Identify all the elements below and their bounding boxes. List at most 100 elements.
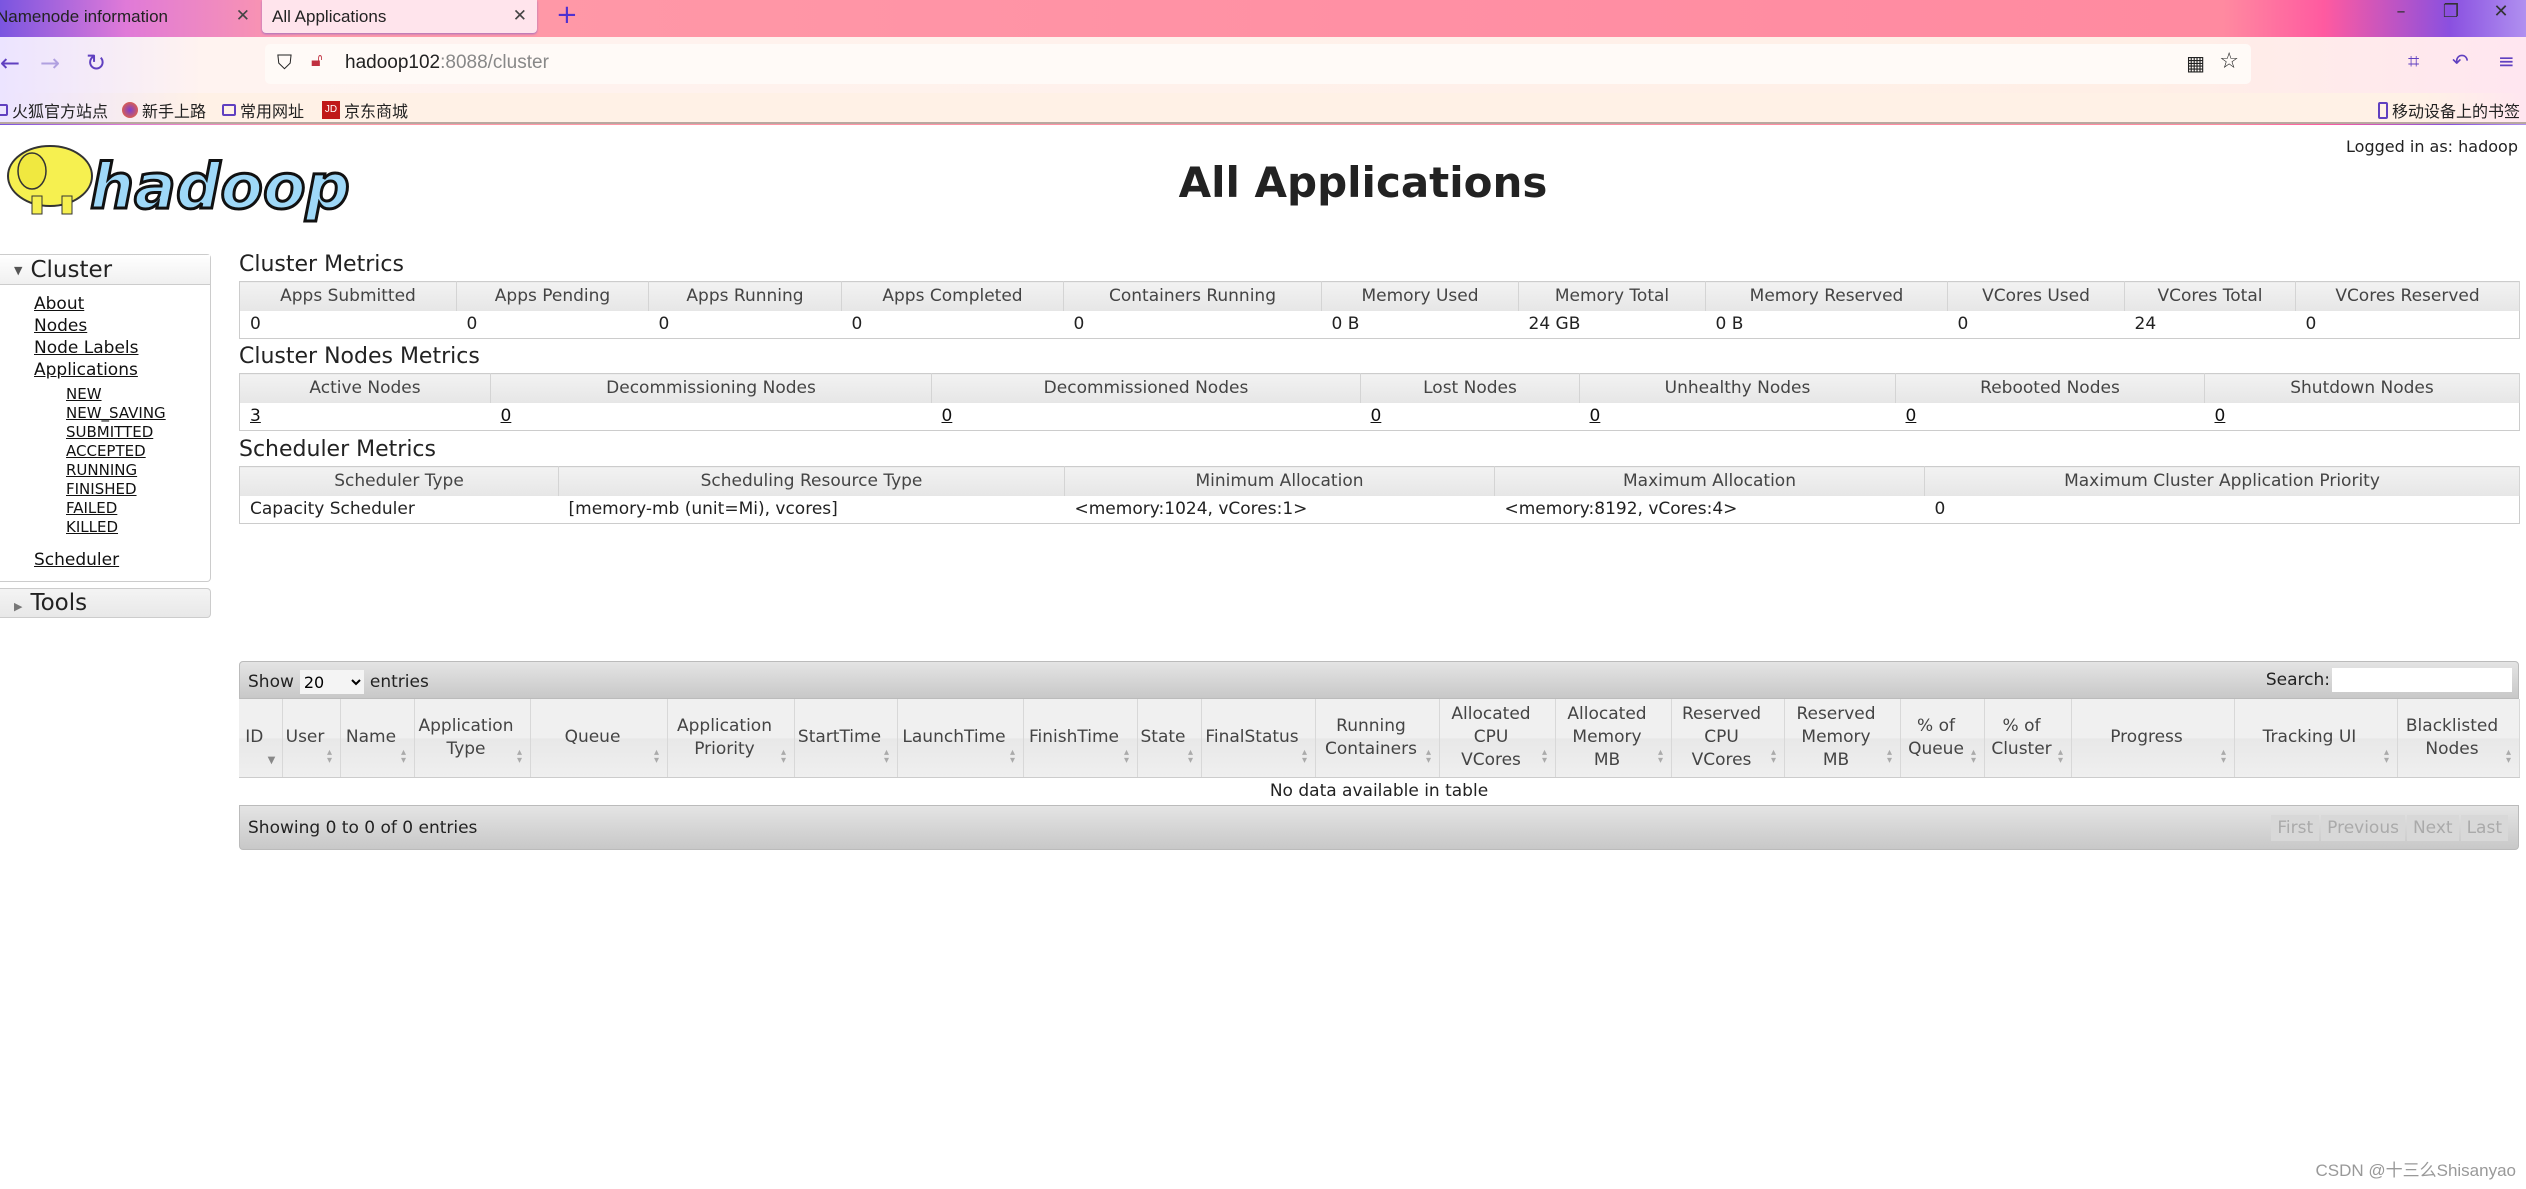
pager-last-button[interactable]: Last <box>2460 815 2508 841</box>
back-arrow-icon[interactable]: ← <box>0 49 20 77</box>
column-header-allocated-cpu-vcores[interactable]: Allocated CPU VCores ▴ ▾ <box>1439 699 1556 778</box>
bookmark-item[interactable]: 火狐官方站点 <box>0 98 108 122</box>
metric-cell: 0 <box>1924 495 2520 524</box>
column-header-id[interactable]: ID ▼ <box>239 699 283 778</box>
data-row: 000000 B 24 GB 0 B 0 24 0 <box>239 310 2520 339</box>
mobile-bookmarks[interactable]: 移动设备上的书签 <box>2377 98 2520 122</box>
sort-icon: ▴ ▾ <box>400 746 407 766</box>
metric-link[interactable]: 0 <box>2215 406 2226 426</box>
metric-link[interactable]: 3 <box>250 406 261 426</box>
minimize-icon[interactable]: – <box>2376 0 2426 30</box>
reload-icon[interactable]: ↻ <box>86 49 106 77</box>
forward-arrow-icon[interactable]: → <box>40 49 60 77</box>
sidebar-link-state-finished[interactable]: FINISHED <box>34 480 210 499</box>
column-header: Unhealthy Nodes <box>1579 373 1896 403</box>
column-header-reserved-cpu-vcores[interactable]: Reserved CPU VCores ▴ ▾ <box>1671 699 1785 778</box>
pager-next-button[interactable]: Next <box>2406 815 2459 841</box>
sidebar-link-state-running[interactable]: RUNNING <box>34 461 210 480</box>
qr-code-icon[interactable]: ▦ <box>2186 51 2205 75</box>
bookmark-label: 移动设备上的书签 <box>2391 104 2520 121</box>
column-header-application-priority[interactable]: Application Priority ▴ ▾ <box>667 699 795 778</box>
sort-icon: ▴ ▾ <box>2505 746 2512 766</box>
column-header--of-cluster[interactable]: % of Cluster ▴ ▾ <box>1984 699 2072 778</box>
close-tab-icon[interactable]: ✕ <box>236 4 250 28</box>
sidebar-link-applications[interactable]: Applications <box>34 359 210 381</box>
metric-link[interactable]: 0 <box>1906 406 1917 426</box>
column-header-state[interactable]: State ▴ ▾ <box>1137 699 1202 778</box>
sort-icon: ▴ ▾ <box>1187 746 1194 766</box>
sidebar-link-state-killed[interactable]: KILLED <box>34 518 210 537</box>
bookmark-item[interactable]: 常用网址 <box>222 98 304 122</box>
sidebar-link-scheduler[interactable]: Scheduler <box>34 549 210 571</box>
new-tab-plus-icon[interactable]: + <box>556 0 578 30</box>
column-header: Decommissioned Nodes <box>931 373 1361 403</box>
metric-cell: <memory:1024, vCores:1> <box>1064 495 1495 524</box>
metric-link[interactable]: 0 <box>942 406 953 426</box>
data-row: Capacity Scheduler [memory-mb (unit=Mi), … <box>239 495 2520 524</box>
bookmark-label: 新手上路 <box>142 104 207 121</box>
metric-link[interactable]: 0 <box>501 406 512 426</box>
column-header: VCores Total <box>2124 281 2296 311</box>
tab-namenode-information[interactable]: Namenode information ✕ <box>0 0 260 33</box>
bookmark-item[interactable]: 新手上路 <box>122 98 206 122</box>
sidebar-link-nodes[interactable]: Nodes <box>34 315 210 337</box>
bookmark-star-icon[interactable]: ☆ <box>2219 49 2239 74</box>
bookmark-item[interactable]: JD 京东商城 <box>322 98 408 122</box>
column-label: State <box>1140 727 1186 748</box>
restore-icon[interactable]: ❐ <box>2426 0 2476 30</box>
column-header-user[interactable]: User ▴ ▾ <box>282 699 341 778</box>
tab-all-applications[interactable]: All Applications ✕ <box>262 0 537 33</box>
pager-first-button[interactable]: First <box>2271 815 2320 841</box>
column-header-finalstatus[interactable]: FinalStatus ▴ ▾ <box>1201 699 1316 778</box>
column-header: Scheduler Type <box>239 466 559 496</box>
column-header-launchtime[interactable]: LaunchTime ▴ ▾ <box>897 699 1024 778</box>
sidebar-link-state-failed[interactable]: FAILED <box>34 499 210 518</box>
sidebar-link-state-accepted[interactable]: ACCEPTED <box>34 442 210 461</box>
pager-previous-button[interactable]: Previous <box>2321 815 2405 841</box>
sort-icon: ▴ ▾ <box>1886 746 1893 766</box>
cluster-nodes-metrics-title: Cluster Nodes Metrics <box>239 344 480 369</box>
sidebar-link-state-new-saving[interactable]: NEW_SAVING <box>34 404 210 423</box>
column-header-blacklisted-nodes[interactable]: Blacklisted Nodes ▴ ▾ <box>2397 699 2520 778</box>
sort-icon: ▴ ▾ <box>653 746 660 766</box>
column-header-allocated-memory-mb[interactable]: Allocated Memory MB ▴ ▾ <box>1555 699 1672 778</box>
sidebar-link-state-new[interactable]: NEW <box>34 385 210 404</box>
sidebar-tools-header[interactable]: ▶ Tools <box>0 588 211 618</box>
close-window-icon[interactable]: ✕ <box>2476 0 2526 30</box>
address-bar[interactable]: ⛉ 🔓︎ hadoop102:8088/cluster ▦ ☆ <box>265 44 2251 84</box>
column-label: Allocated CPU VCores <box>1451 704 1531 771</box>
metric-link[interactable]: 0 <box>1590 406 1601 426</box>
cluster-metrics-title: Cluster Metrics <box>239 252 404 277</box>
menu-icon[interactable]: ≡ <box>2498 49 2515 73</box>
table-footer: Showing 0 to 0 of 0 entries First Previou… <box>239 805 2519 850</box>
metric-link[interactable]: 0 <box>1371 406 1382 426</box>
column-header-application-type[interactable]: Application Type ▴ ▾ <box>414 699 531 778</box>
page-size-select[interactable]: 20 <box>299 670 364 694</box>
sort-icon: ▴ ▾ <box>1009 746 1016 766</box>
sidebar-cluster-header[interactable]: ▼ Cluster <box>0 255 210 285</box>
metric-cell: 0 <box>1360 402 1580 431</box>
column-label: Allocated Memory MB <box>1567 704 1647 771</box>
column-label: % of Cluster <box>1991 715 2052 759</box>
sidebar-link-state-submitted[interactable]: SUBMITTED <box>34 423 210 442</box>
undo-icon[interactable]: ↶ <box>2452 49 2469 73</box>
screenshot-crop-icon[interactable]: ⌗ <box>2408 49 2419 73</box>
search-input[interactable] <box>2332 668 2512 692</box>
close-tab-icon[interactable]: ✕ <box>513 4 527 28</box>
column-header-finishtime[interactable]: FinishTime ▴ ▾ <box>1023 699 1138 778</box>
insecure-lock-icon[interactable]: 🔓︎ <box>311 50 323 71</box>
column-header-reserved-memory-mb[interactable]: Reserved Memory MB ▴ ▾ <box>1784 699 1901 778</box>
data-row: 3 0 0 0 0 0 0 <box>239 402 2520 431</box>
column-header-running-containers[interactable]: Running Containers ▴ ▾ <box>1315 699 1440 778</box>
column-header--of-queue[interactable]: % of Queue ▴ ▾ <box>1900 699 1985 778</box>
column-header-tracking-ui[interactable]: Tracking UI ▴ ▾ <box>2234 699 2398 778</box>
column-header-name[interactable]: Name ▴ ▾ <box>340 699 415 778</box>
shield-icon[interactable]: ⛉ <box>277 50 292 74</box>
metric-cell: 0 B <box>1321 310 1519 339</box>
sidebar-link-node-labels[interactable]: Node Labels <box>34 337 210 359</box>
column-header-queue[interactable]: Queue ▴ ▾ <box>530 699 668 778</box>
column-header-progress[interactable]: Progress ▴ ▾ <box>2071 699 2235 778</box>
url-text[interactable]: hadoop102:8088/cluster <box>345 52 549 74</box>
column-header-starttime[interactable]: StartTime ▴ ▾ <box>794 699 898 778</box>
sidebar-link-about[interactable]: About <box>34 293 210 315</box>
